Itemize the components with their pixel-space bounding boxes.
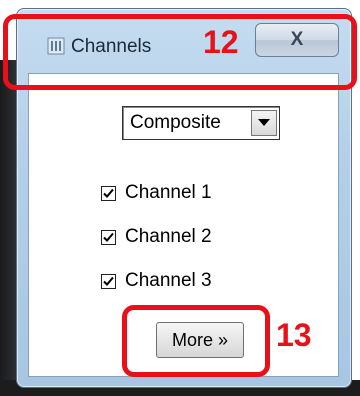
annotation-box-12 (3, 14, 357, 90)
channel-3-row[interactable]: Channel 3 (101, 268, 212, 294)
annotation-box-13 (122, 305, 270, 377)
channel-3-checkbox[interactable] (101, 273, 116, 289)
channel-2-checkbox[interactable] (101, 229, 116, 245)
annotation-number-13: 13 (276, 317, 312, 353)
channel-2-label: Channel 2 (125, 226, 212, 247)
channel-1-label: Channel 1 (125, 182, 212, 203)
display-mode-value: Composite (130, 112, 221, 133)
checkmark-icon (103, 188, 114, 198)
display-mode-select[interactable]: Composite (122, 106, 280, 140)
annotation-number-12: 12 (203, 24, 239, 60)
chevron-down-icon[interactable] (251, 110, 277, 136)
channel-3-label: Channel 3 (125, 270, 212, 291)
channel-2-row[interactable]: Channel 2 (101, 224, 212, 250)
channel-1-row[interactable]: Channel 1 (101, 180, 212, 206)
checkmark-icon (103, 232, 114, 242)
checkmark-icon (103, 276, 114, 286)
channel-1-checkbox[interactable] (101, 185, 116, 201)
